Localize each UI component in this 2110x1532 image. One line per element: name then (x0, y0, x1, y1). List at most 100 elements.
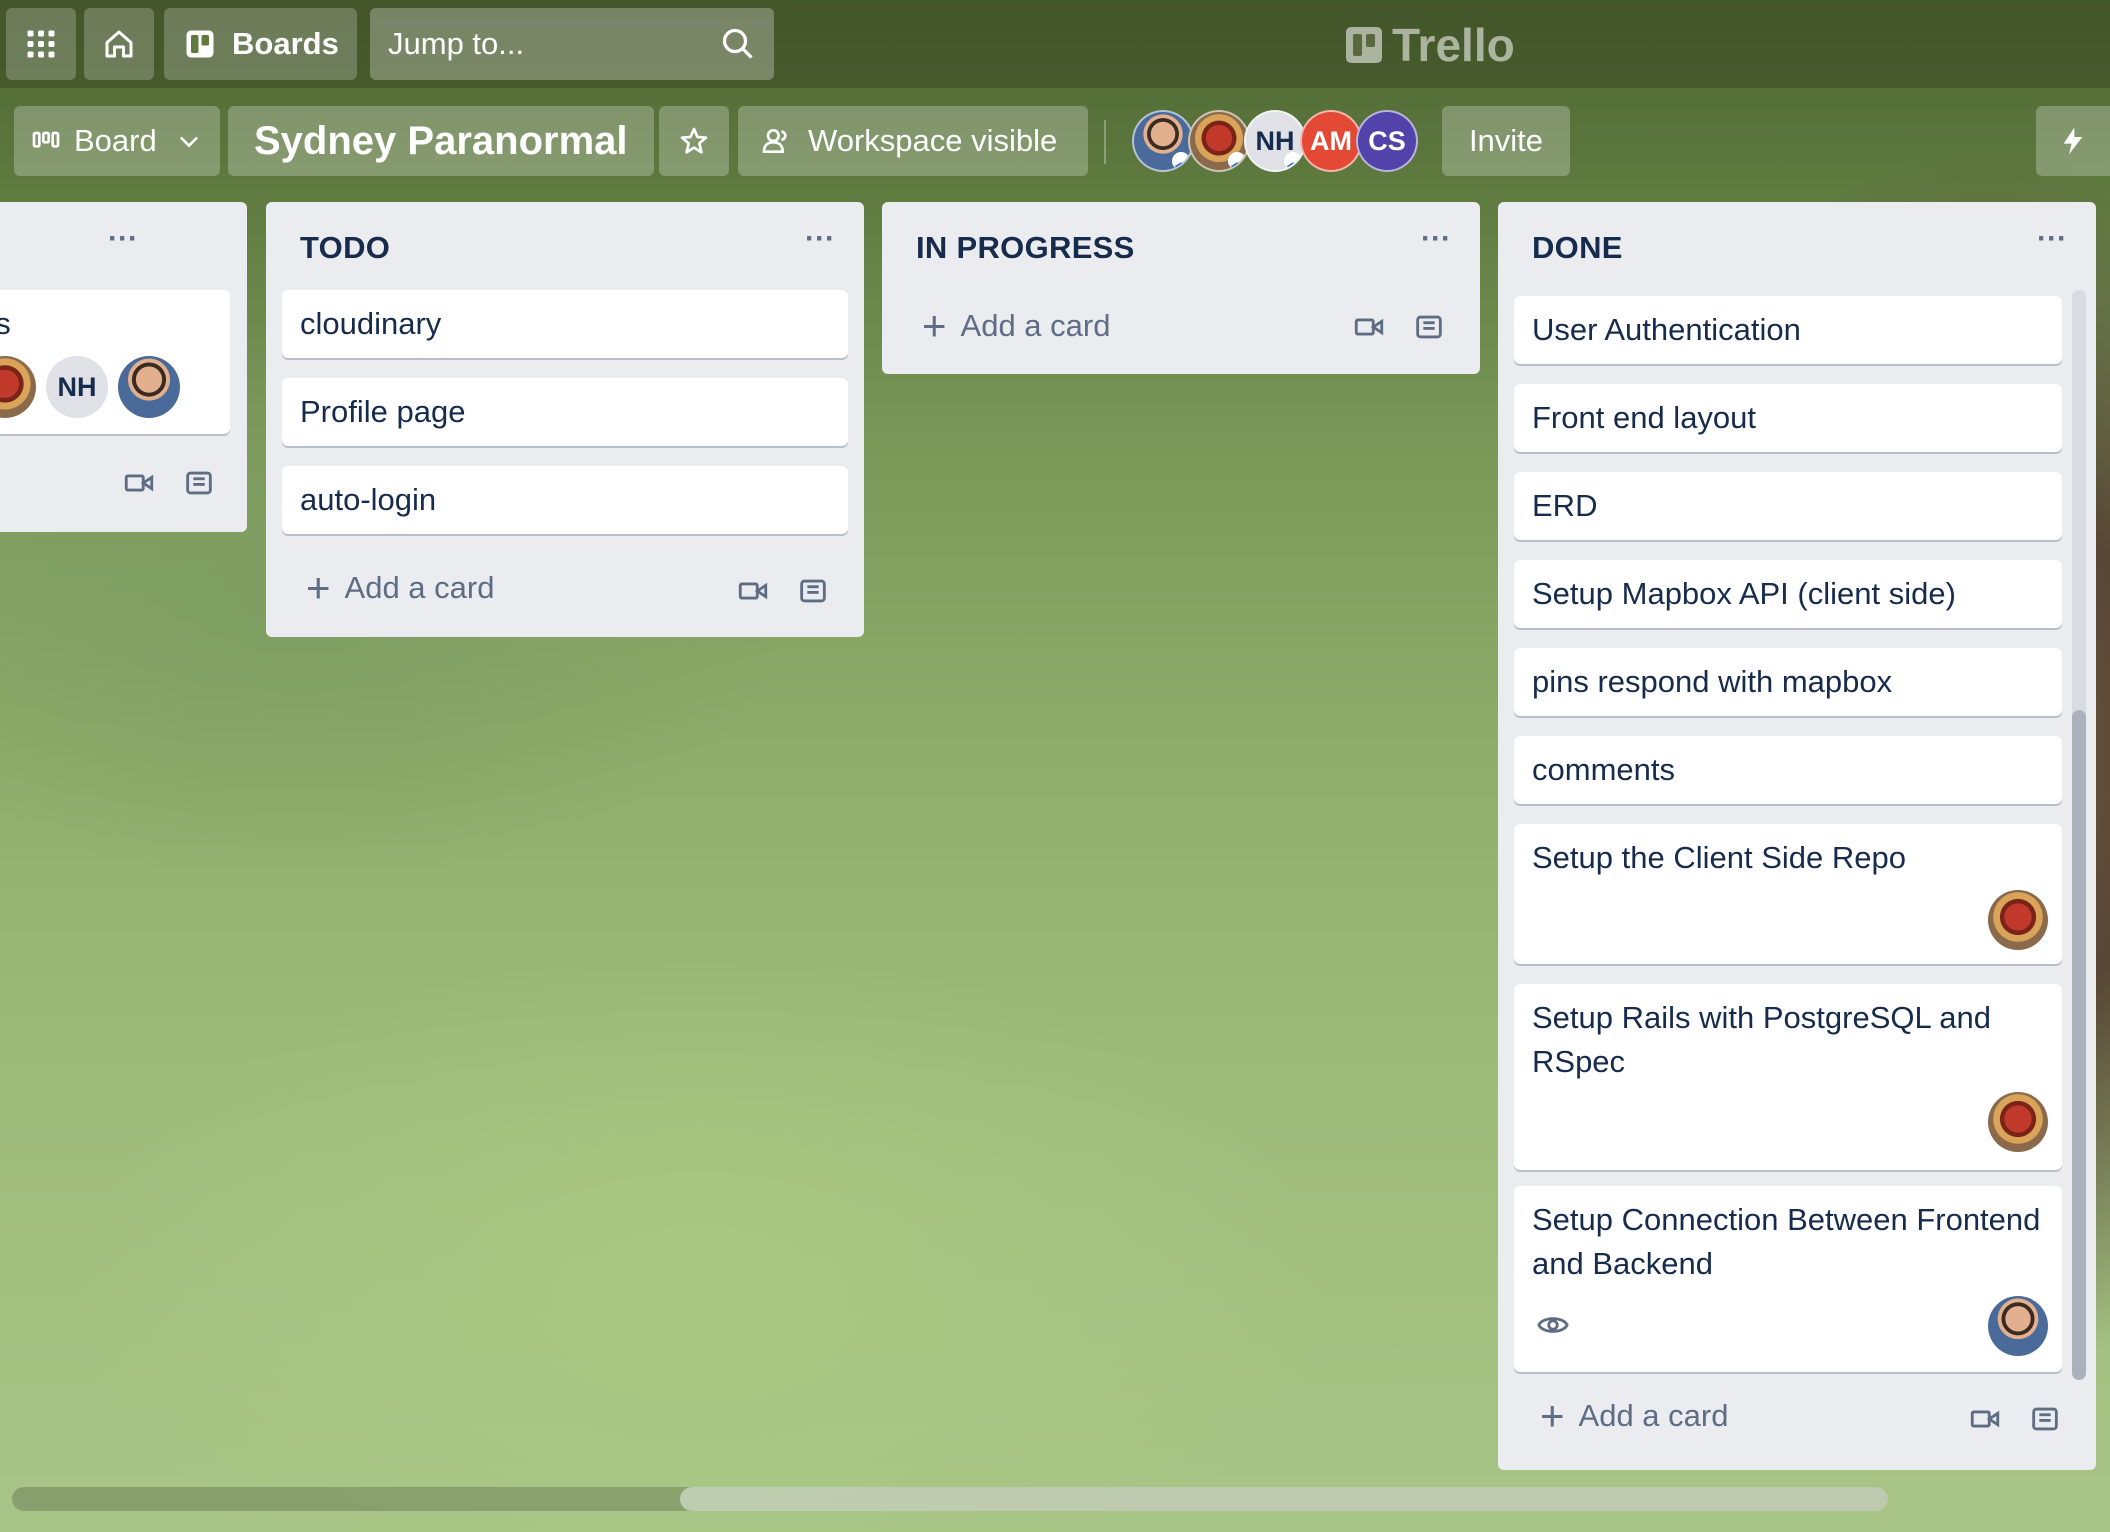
card-member-avatar[interactable]: NH (46, 356, 108, 418)
card-title: User Authentication (1532, 312, 1801, 347)
list-in-progress: IN PROGRESS ··· + Add a card (882, 202, 1480, 374)
search-placeholder: Jump to... (388, 26, 525, 61)
member-initials: CS (1368, 125, 1406, 156)
card[interactable]: Front end layout (1514, 384, 2062, 452)
video-icon[interactable] (122, 466, 156, 500)
list-title[interactable]: TODO (300, 230, 390, 266)
more-icon: ··· (1421, 222, 1451, 255)
member-avatar[interactable]: NH ︿ (1244, 110, 1306, 172)
card[interactable]: pins respond with mapbox (1514, 648, 2062, 716)
card[interactable]: Setup Mapbox API (client side) (1514, 560, 2062, 628)
admin-chevron-icon: ︿ (1228, 152, 1246, 170)
video-icon[interactable] (1352, 310, 1386, 344)
chevron-down-icon (179, 136, 198, 148)
card[interactable]: Setup the Client Side Repo (1514, 824, 2062, 964)
list-menu-button[interactable]: ··· (1416, 224, 1456, 264)
add-card-button[interactable]: + Add a card (922, 305, 1111, 347)
board-icon (186, 30, 214, 58)
card[interactable]: User Authentication (1514, 296, 2062, 364)
add-card-button[interactable]: + Add a card (1540, 1392, 1729, 1439)
list-title[interactable]: IN PROGRESS (916, 230, 1135, 266)
home-icon (105, 30, 133, 58)
add-card-label: Add a card (1578, 1398, 1729, 1433)
list-partial: ··· es NH (0, 202, 247, 532)
view-label: Board (74, 123, 157, 158)
plus-icon: + (1540, 1392, 1565, 1439)
card[interactable]: auto-login (282, 466, 848, 534)
card-title: auto-login (300, 482, 437, 517)
card-title: Setup Connection Between Frontend and Ba… (1532, 1202, 2041, 1281)
list-menu-button[interactable]: ··· (103, 224, 143, 264)
card[interactable]: ERD (1514, 472, 2062, 540)
search-input[interactable]: Jump to... (370, 8, 774, 80)
watch-eye-icon (1537, 1317, 1569, 1333)
card-title: Setup the Client Side Repo (1532, 840, 1906, 875)
logo-text: Trello (1392, 19, 1515, 71)
boards-label: Boards (232, 26, 339, 61)
card[interactable]: Setup Connection Between Frontend and Ba… (1514, 1186, 2062, 1372)
card[interactable]: es NH (0, 290, 230, 434)
card-title: Setup Mapbox API (client side) (1532, 576, 1956, 611)
member-avatar[interactable]: AM (1300, 110, 1362, 172)
card-title: ERD (1532, 488, 1598, 523)
admin-chevron-icon: ︿ (1172, 152, 1190, 170)
member-avatar[interactable]: CS (1356, 110, 1418, 172)
board-members: ︿ ︿ NH ︿ AM CS (1132, 110, 1418, 174)
member-initials: NH (57, 372, 97, 402)
card[interactable]: comments (1514, 736, 2062, 804)
list-scrollbar-thumb[interactable] (2072, 710, 2086, 1380)
list-menu-button[interactable]: ··· (800, 224, 840, 264)
member-avatar[interactable]: ︿ (1132, 110, 1194, 172)
automation-button[interactable] (2036, 106, 2110, 176)
visibility-label: Workspace visible (808, 123, 1058, 158)
card[interactable]: Profile page (282, 378, 848, 446)
grid-icon (27, 30, 55, 58)
card[interactable]: Setup Rails with PostgreSQL and RSpec (1514, 984, 2062, 1170)
member-initials: AM (1310, 125, 1352, 156)
app-switcher-button[interactable] (6, 8, 76, 80)
star-icon (680, 127, 708, 154)
card-member-avatar[interactable] (1988, 890, 2048, 950)
trello-logo-icon (1346, 27, 1382, 63)
add-card-button[interactable]: + Add a card (306, 564, 495, 611)
template-icon[interactable] (2028, 1402, 2062, 1436)
star-button[interactable] (659, 106, 729, 176)
more-icon: ··· (2037, 222, 2067, 255)
list-menu-button[interactable]: ··· (2032, 224, 2072, 264)
lightning-icon (2063, 127, 2083, 155)
card-title: es (0, 306, 11, 341)
video-icon[interactable] (1968, 1402, 2002, 1436)
add-card-label: Add a card (344, 570, 495, 605)
card-title: cloudinary (300, 306, 442, 341)
template-icon[interactable] (1412, 310, 1446, 344)
member-avatar[interactable]: ︿ (1188, 110, 1250, 172)
more-icon: ··· (108, 222, 138, 255)
list-done: DONE ··· User Authentication Front end l… (1498, 202, 2096, 1470)
add-card-label: Add a card (960, 308, 1111, 343)
card-member-avatar[interactable] (1988, 1296, 2048, 1356)
board-title[interactable]: Sydney Paranormal (228, 106, 654, 176)
plus-icon: + (306, 564, 331, 611)
card-member-avatar[interactable] (1988, 1092, 2048, 1152)
card[interactable]: cloudinary (282, 290, 848, 358)
list-title[interactable]: DONE (1532, 230, 1623, 266)
template-icon[interactable] (796, 574, 830, 608)
home-button[interactable] (84, 8, 154, 80)
view-switcher-button[interactable]: Board (14, 106, 220, 176)
card-title: Front end layout (1532, 400, 1757, 435)
invite-button[interactable]: Invite (1442, 106, 1570, 176)
visibility-button[interactable]: Workspace visible (738, 106, 1088, 176)
card-title: pins respond with mapbox (1532, 664, 1893, 699)
board-view-icon (32, 131, 60, 148)
invite-label: Invite (1468, 123, 1544, 158)
boards-button[interactable]: Boards (164, 8, 357, 80)
admin-chevron-icon: ︿ (1284, 152, 1302, 170)
trello-logo[interactable]: Trello (1346, 18, 1515, 72)
people-icon (762, 129, 787, 153)
card-title: Profile page (300, 394, 466, 429)
template-icon[interactable] (182, 466, 216, 500)
card-member-avatar[interactable] (118, 356, 180, 418)
video-icon[interactable] (736, 574, 770, 608)
card-member-avatar[interactable] (0, 356, 36, 418)
board-scrollbar-thumb[interactable] (680, 1487, 1888, 1511)
